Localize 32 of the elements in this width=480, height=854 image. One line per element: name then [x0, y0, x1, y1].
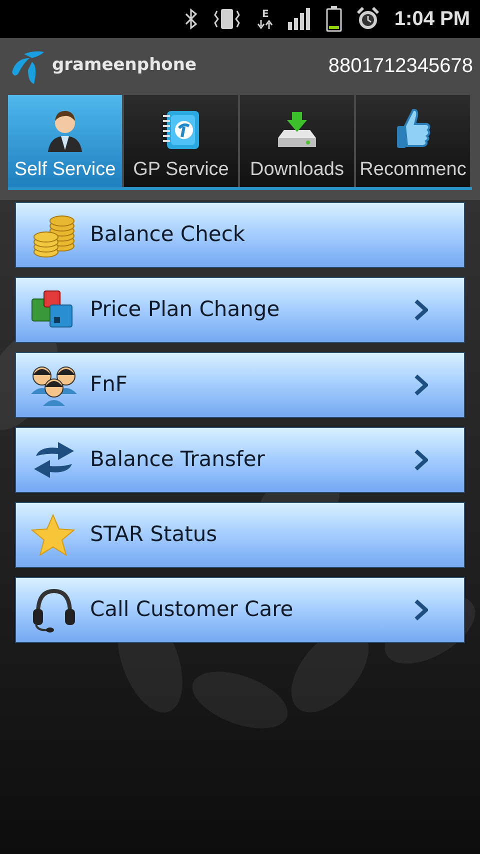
chevron-right-icon: [414, 299, 428, 321]
menu-item-label: STAR Status: [90, 521, 218, 548]
tab[interactable]: Recommenc: [356, 95, 470, 187]
menu-item-label: Price Plan Change: [90, 296, 281, 324]
vibrate-icon: [212, 7, 242, 31]
menu-item-label: Balance Check: [90, 221, 246, 248]
data-arrows-icon: [256, 20, 274, 28]
alarm-clock-icon: [356, 7, 380, 31]
signal-icon: [288, 8, 312, 30]
chevron-right-icon: [414, 374, 428, 396]
star-icon: [30, 513, 76, 557]
menu-item[interactable]: Balance Transfer: [15, 427, 465, 493]
chevron-right-icon: [414, 599, 428, 621]
menu-item[interactable]: FnF: [15, 352, 465, 418]
network-type-label: E: [262, 10, 269, 20]
tab[interactable]: Self Service: [8, 95, 122, 187]
menu-item-label: Call Customer Care: [90, 596, 294, 624]
chevron-right-icon: [414, 449, 428, 471]
battery-icon: [326, 6, 342, 32]
brand-name: grameenphone: [52, 54, 196, 77]
bluetooth-icon: [184, 8, 198, 30]
menu-item-label: Balance Transfer: [90, 446, 266, 474]
clock-time: 1:04 PM: [394, 7, 470, 32]
menu-item[interactable]: Balance Check: [15, 202, 465, 268]
menu-item-label: FnF: [90, 371, 128, 398]
tab[interactable]: GP Service: [124, 95, 238, 187]
menu-item[interactable]: Price Plan Change: [15, 277, 465, 343]
phone-number: 8801712345678: [328, 54, 473, 78]
tab[interactable]: Downloads: [240, 95, 354, 187]
menu-item[interactable]: STAR Status: [15, 502, 465, 568]
menu-item[interactable]: Call Customer Care: [15, 577, 465, 643]
headset-icon: [30, 587, 78, 633]
